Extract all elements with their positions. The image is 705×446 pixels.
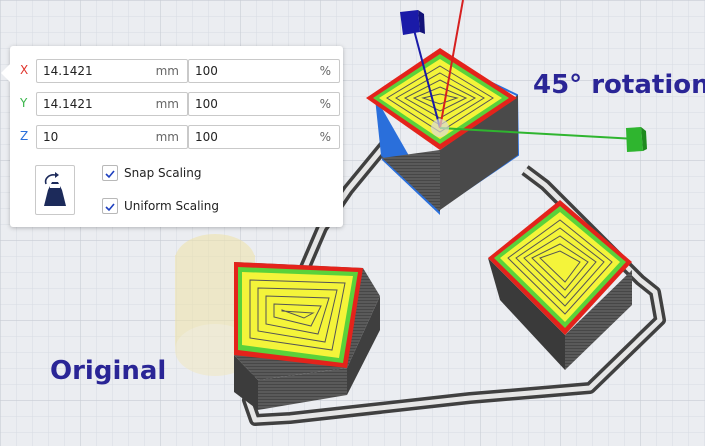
lay-flat-button[interactable] — [35, 165, 75, 215]
uniform-scaling-box[interactable] — [102, 198, 118, 214]
z-size-input[interactable]: 10 mm — [36, 125, 188, 149]
axis-label-x: X — [20, 63, 29, 77]
y-percent-input[interactable]: 100 % — [188, 92, 340, 116]
scale-row-z: Z 10 mm 100 % — [10, 125, 343, 151]
check-icon — [105, 203, 115, 212]
y-size-value: 14.1421 — [43, 97, 93, 111]
snap-scaling-box[interactable] — [102, 165, 118, 181]
annotation-rotation: 45° rotation — [533, 70, 705, 100]
axis-label-y: Y — [20, 96, 28, 110]
z-size-value: 10 — [43, 130, 59, 144]
x-size-value: 14.1421 — [43, 64, 93, 78]
z-percent-unit: % — [319, 130, 331, 144]
y-percent-value: 100 — [195, 97, 218, 111]
annotation-original: Original — [50, 356, 167, 386]
x-size-input[interactable]: 14.1421 mm — [36, 59, 188, 83]
check-icon — [105, 170, 115, 179]
y-size-input[interactable]: 14.1421 mm — [36, 92, 188, 116]
gizmo-z-handle[interactable] — [400, 10, 425, 35]
scale-to-bed-icon — [44, 172, 66, 206]
y-percent-unit: % — [319, 97, 331, 111]
z-percent-value: 100 — [195, 130, 218, 144]
axis-label-z: Z — [20, 129, 29, 143]
uniform-scaling-label: Uniform Scaling — [124, 199, 219, 213]
scale-tool-panel: X 14.1421 mm 100 % Y 14.1421 mm 100 % Z … — [1, 46, 343, 227]
x-percent-value: 100 — [195, 64, 218, 78]
y-size-unit: mm — [155, 97, 179, 111]
panel-pointer — [1, 64, 10, 82]
x-size-unit: mm — [155, 64, 179, 78]
scale-row-y: Y 14.1421 mm 100 % — [10, 92, 343, 118]
z-percent-input[interactable]: 100 % — [188, 125, 340, 149]
z-size-unit: mm — [155, 130, 179, 144]
scale-row-x: X 14.1421 mm 100 % — [10, 59, 343, 85]
x-percent-input[interactable]: 100 % — [188, 59, 340, 83]
gizmo-x-handle[interactable] — [626, 127, 647, 152]
snap-scaling-label: Snap Scaling — [124, 166, 202, 180]
x-percent-unit: % — [319, 64, 331, 78]
